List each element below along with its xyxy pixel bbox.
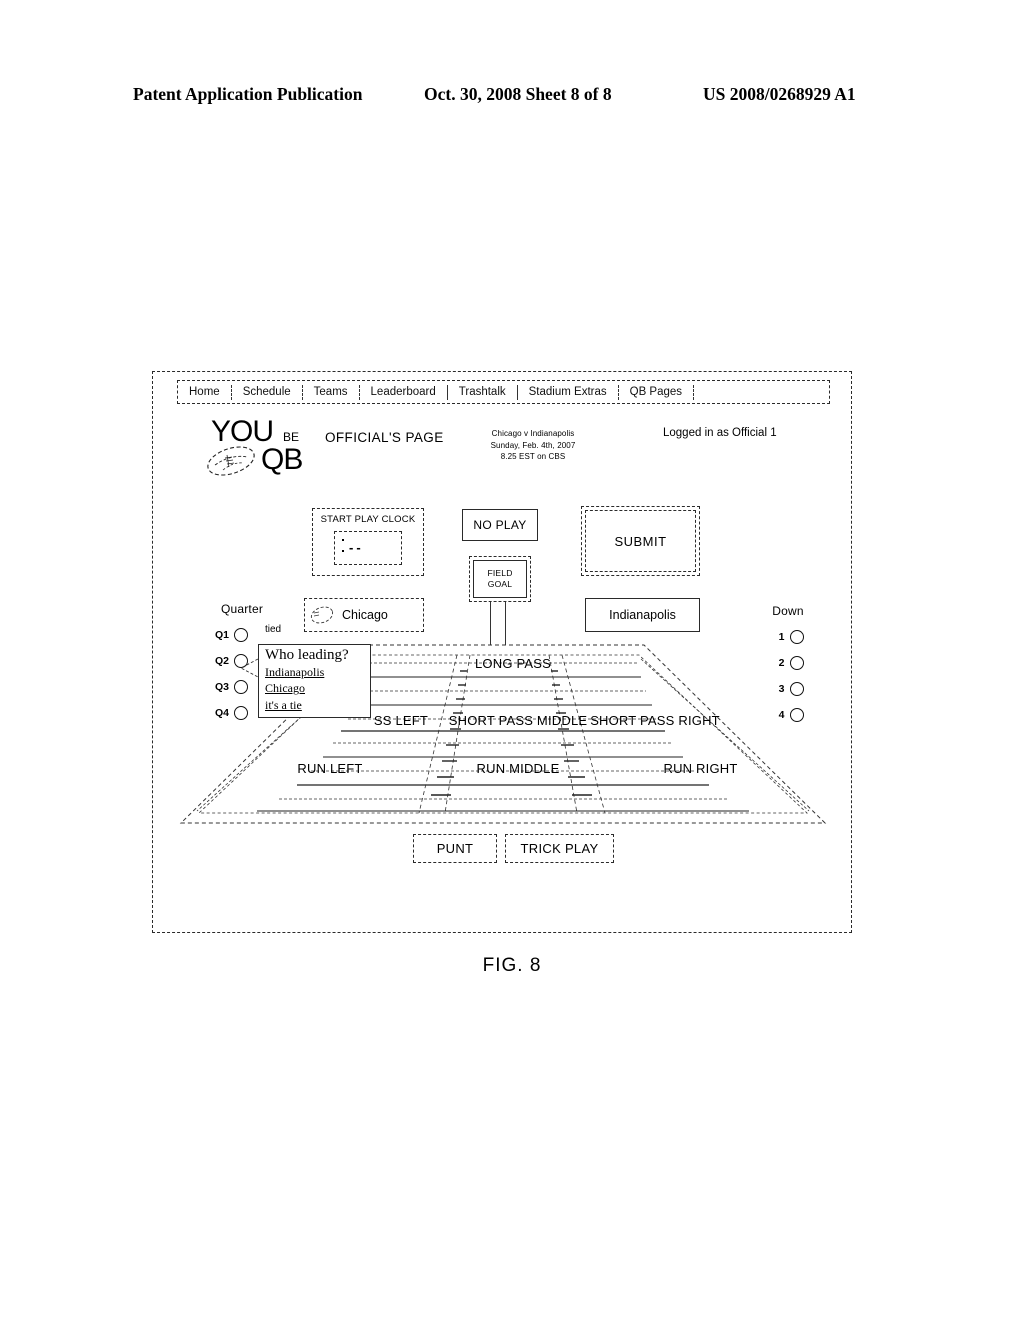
site-logo[interactable]: YOU BE QB — [205, 415, 335, 480]
game-broadcast: 8.25 EST on CBS — [500, 452, 566, 462]
nav-divider — [693, 384, 695, 400]
page-title: OFFICIAL'S PAGE — [325, 430, 444, 445]
field-goal-label-line2: GOAL — [487, 579, 513, 589]
play-button-short-pass-middle[interactable]: SHORT PASS MIDDLE — [443, 712, 593, 728]
play-clock-display: -- — [334, 531, 402, 565]
play-button-run-middle[interactable]: RUN MIDDLE — [458, 760, 578, 776]
patent-date-sheet-label: Oct. 30, 2008 Sheet 8 of 8 — [424, 84, 612, 104]
nav-item-teams[interactable]: Teams — [303, 381, 359, 403]
application-window: Home Schedule Teams Leaderboard Trashtal… — [152, 371, 852, 933]
figure-caption: FIG. 8 — [482, 955, 542, 976]
game-date: Sunday, Feb. 4th, 2007 — [490, 440, 576, 450]
trick-play-button[interactable]: TRICK PLAY — [505, 834, 614, 863]
nav-item-qb-pages[interactable]: QB Pages — [619, 381, 693, 403]
play-button-short-pass-right[interactable]: SHORT PASS RIGHT — [585, 712, 725, 728]
who-leading-dropdown[interactable]: Who leading? Indianapolis Chicago it's a… — [258, 644, 371, 718]
score-status-label: tied — [265, 624, 282, 635]
who-leading-option-chicago[interactable]: Chicago — [265, 680, 366, 696]
nav-item-schedule[interactable]: Schedule — [232, 381, 302, 403]
home-team-box[interactable]: Chicago — [304, 598, 424, 632]
field-goal-inner: FIELD GOAL — [473, 560, 527, 598]
nav-item-stadium-extras[interactable]: Stadium Extras — [518, 381, 618, 403]
logo-text-be: BE — [283, 430, 300, 444]
logo-text-qb: QB — [261, 443, 303, 476]
game-info-block: Chicago v Indianapolis Sunday, Feb. 4th,… — [453, 428, 613, 463]
nav-item-home[interactable]: Home — [178, 381, 231, 403]
no-play-button[interactable]: NO PLAY — [462, 509, 538, 541]
punt-button[interactable]: PUNT — [413, 834, 497, 863]
nav-item-trashtalk[interactable]: Trashtalk — [448, 381, 517, 403]
game-matchup: Chicago v Indianapolis — [491, 429, 575, 438]
submit-button[interactable]: SUBMIT — [581, 506, 700, 576]
away-team-box[interactable]: Indianapolis — [585, 598, 700, 632]
football-icon — [207, 446, 255, 476]
patent-number-label: US 2008/0268929 A1 — [703, 84, 856, 104]
patent-publication-label: Patent Application Publication — [133, 84, 363, 104]
start-play-clock-label: START PLAY CLOCK — [320, 514, 416, 525]
nav-item-leaderboard[interactable]: Leaderboard — [360, 381, 447, 403]
away-team-name: Indianapolis — [609, 608, 676, 622]
field-goal-button[interactable]: FIELD GOAL — [469, 556, 531, 602]
start-play-clock-panel[interactable]: START PLAY CLOCK -- — [312, 508, 424, 576]
quarter-group-title: Quarter — [220, 602, 264, 616]
who-leading-option-indianapolis[interactable]: Indianapolis — [265, 664, 366, 680]
home-team-name: Chicago — [342, 608, 388, 622]
play-clock-value: -- — [349, 540, 364, 555]
who-leading-connector-line — [240, 658, 259, 678]
logged-in-status: Logged in as Official 1 — [663, 427, 777, 439]
down-group-title: Down — [772, 604, 804, 618]
who-leading-title: Who leading? — [265, 647, 349, 663]
team-logo-icon — [310, 606, 334, 624]
play-button-long-pass[interactable]: LONG PASS — [458, 655, 568, 671]
clock-colon-icon — [342, 539, 344, 541]
play-button-run-right[interactable]: RUN RIGHT — [648, 760, 753, 776]
play-button-run-left[interactable]: RUN LEFT — [275, 760, 385, 776]
submit-inner: SUBMIT — [585, 510, 696, 572]
submit-label: SUBMIT — [614, 533, 667, 549]
field-goal-label-line1: FIELD — [487, 568, 513, 579]
main-navigation-bar: Home Schedule Teams Leaderboard Trashtal… — [177, 380, 830, 404]
who-leading-option-tie[interactable]: it's a tie — [265, 697, 366, 713]
